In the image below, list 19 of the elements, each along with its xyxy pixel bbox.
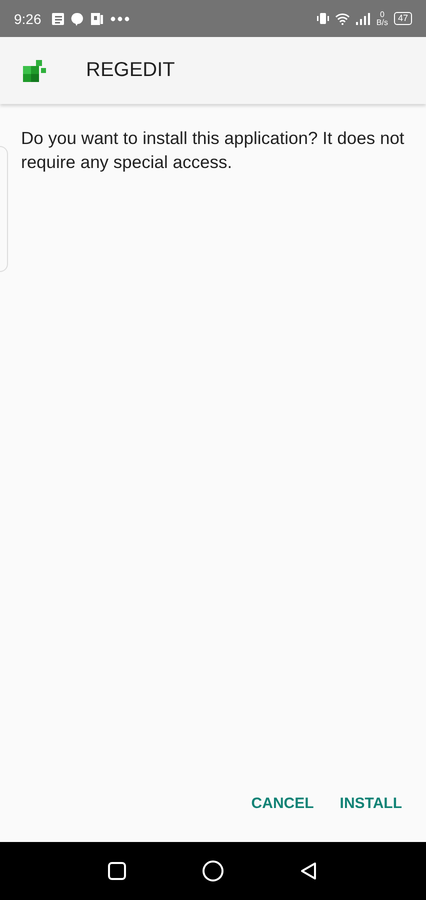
- cancel-button[interactable]: CANCEL: [241, 789, 324, 818]
- install-button[interactable]: INSTALL: [330, 789, 412, 818]
- document-icon: [90, 12, 104, 26]
- net-speed-unit: B/s: [376, 18, 388, 26]
- chat-icon: [71, 12, 84, 26]
- net-speed-value: 0: [380, 10, 384, 18]
- status-time: 9:26: [14, 10, 42, 26]
- signal-icon: [356, 12, 370, 24]
- app-title: REGEDIT: [86, 59, 175, 82]
- cubes-icon: [21, 58, 47, 84]
- battery-indicator: 47: [394, 12, 412, 25]
- home-icon[interactable]: [202, 860, 224, 882]
- back-icon[interactable]: [298, 861, 319, 881]
- news-icon: [51, 12, 66, 26]
- recents-icon[interactable]: [107, 861, 128, 881]
- install-message: Do you want to install this application? It does not require any special access.: [21, 127, 406, 174]
- more-icon: [110, 16, 130, 22]
- wifi-icon: [335, 12, 350, 24]
- vibrate-icon: [317, 12, 330, 25]
